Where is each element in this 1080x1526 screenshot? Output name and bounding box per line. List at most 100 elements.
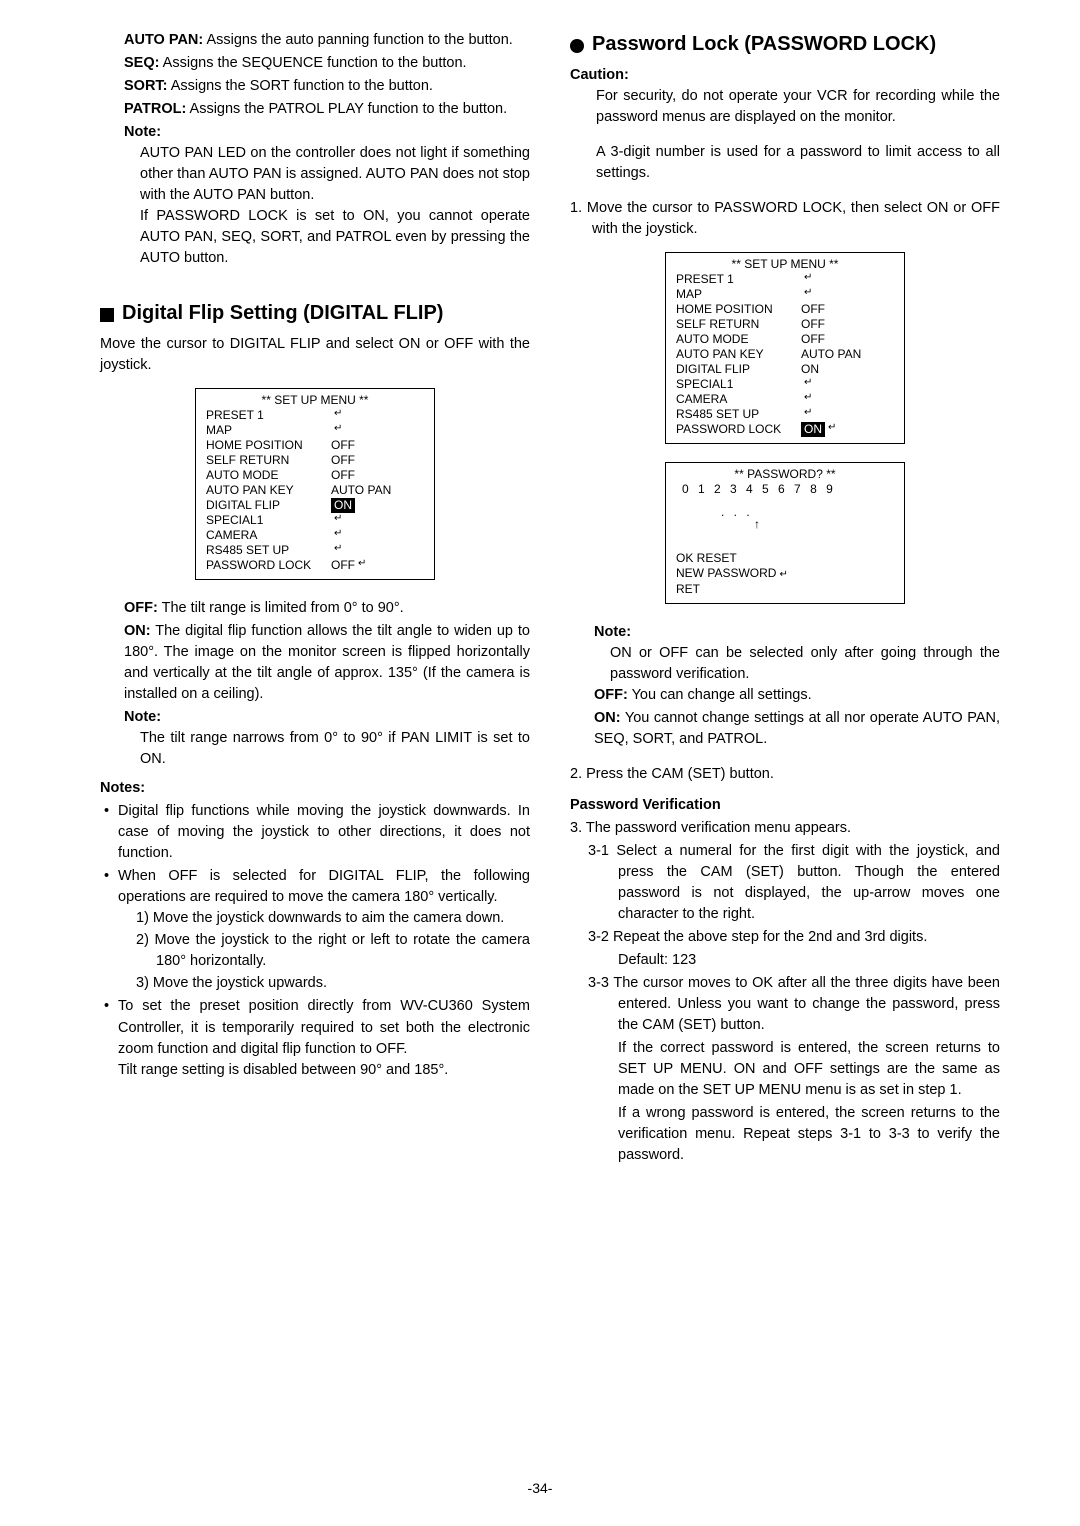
def-label: OFF: xyxy=(594,687,628,703)
arrow-icon: ↵ xyxy=(358,558,366,573)
step-3-2-default: Default: 123 xyxy=(570,950,1000,971)
def-label: OFF: xyxy=(124,600,158,616)
menu-row: SELF RETURNOFF xyxy=(206,453,424,468)
note-body-3: The tilt range narrows from 0° to 90° if… xyxy=(100,728,530,770)
arrow-icon: ↵ xyxy=(804,272,812,287)
def-label: ON: xyxy=(594,710,621,726)
menu-row: PASSWORD LOCKOFF↵ xyxy=(206,558,424,573)
on-def: ON: The digital flip function allows the… xyxy=(100,621,530,705)
arrow-icon: ↵ xyxy=(334,543,342,558)
list-item: To set the preset position directly from… xyxy=(100,996,530,1080)
list-item-continuation: Tilt range setting is disabled between 9… xyxy=(118,1060,530,1081)
note-body-2: If PASSWORD LOCK is set to ON, you canno… xyxy=(100,206,530,269)
caution-body-1: For security, do not operate your VCR fo… xyxy=(570,86,1000,128)
menu-row: CAMERA↵ xyxy=(676,392,894,407)
circle-bullet-icon xyxy=(570,39,584,53)
def-text: Assigns the PATROL PLAY function to the … xyxy=(186,101,507,117)
step-3-3: 3-3 The cursor moves to OK after all the… xyxy=(570,973,1000,1036)
arrow-icon: ↵ xyxy=(779,569,787,580)
def-sort: SORT: Assigns the SORT function to the b… xyxy=(100,76,530,97)
password-new: NEW PASSWORD↵ xyxy=(676,566,894,582)
list-item: 1) Move the joystick downwards to aim th… xyxy=(136,908,530,929)
menu-row: AUTO PAN KEYAUTO PAN xyxy=(206,483,424,498)
page-number: -34- xyxy=(0,1478,1080,1498)
note-heading: Note: xyxy=(100,707,530,728)
menu-row: AUTO MODEOFF xyxy=(676,332,894,347)
arrow-icon: ↵ xyxy=(334,408,342,423)
step-3: 3. The password verification menu appear… xyxy=(570,818,1000,839)
note-heading: Note: xyxy=(100,122,530,143)
menu-row: PASSWORD LOCKON↵ xyxy=(676,422,894,437)
section-heading-password-lock: Password Lock (PASSWORD LOCK) xyxy=(570,30,1000,59)
def-text: Assigns the auto panning function to the… xyxy=(203,32,513,48)
arrow-icon: ↵ xyxy=(828,422,836,437)
arrow-icon: ↵ xyxy=(804,407,812,422)
heading-text: Digital Flip Setting (DIGITAL FLIP) xyxy=(122,299,443,328)
def-label: PATROL: xyxy=(124,101,186,117)
arrow-icon: ↵ xyxy=(334,528,342,543)
password-digits: 0 1 2 3 4 5 6 7 8 9 xyxy=(676,482,894,497)
highlighted-value: ON xyxy=(331,498,355,513)
def-text: Assigns the SORT function to the button. xyxy=(168,78,433,94)
note-body: ON or OFF can be selected only after goi… xyxy=(570,643,1000,685)
def-patrol: PATROL: Assigns the PATROL PLAY function… xyxy=(100,99,530,120)
arrow-icon: ↵ xyxy=(804,392,812,407)
def-text: You can change all settings. xyxy=(628,687,812,703)
menu-row: SELF RETURNOFF xyxy=(676,317,894,332)
menu-row: SPECIAL1 ↵ xyxy=(676,377,894,392)
note-body-1: AUTO PAN LED on the controller does not … xyxy=(100,143,530,206)
step-3-3-body-a: If the correct password is entered, the … xyxy=(570,1038,1000,1101)
def-label: SORT: xyxy=(124,78,168,94)
menu-row: DIGITAL FLIPON xyxy=(206,498,424,513)
square-bullet-icon xyxy=(100,308,114,322)
up-arrow-icon: ↑ xyxy=(754,517,760,532)
digital-flip-intro: Move the cursor to DIGITAL FLIP and sele… xyxy=(100,334,530,376)
password-ret: RET xyxy=(676,582,894,597)
list-item: 2) Move the joystick to the right or lef… xyxy=(136,930,530,972)
password-ok-reset: OK RESET xyxy=(676,551,894,566)
caution-body-2: A 3-digit number is used for a password … xyxy=(570,142,1000,184)
def-label: ON: xyxy=(124,623,151,639)
password-menu-display: ** PASSWORD? ** 0 1 2 3 4 5 6 7 8 9 . . … xyxy=(665,462,905,604)
list-item: Digital flip functions while moving the … xyxy=(100,801,530,864)
password-entry-dots: . . . xyxy=(721,505,753,520)
menu-row: RS485 SET UP ↵ xyxy=(676,407,894,422)
menu-row: AUTO MODEOFF xyxy=(206,468,424,483)
caution-heading: Caution: xyxy=(570,65,1000,86)
menu-title: ** SET UP MENU ** xyxy=(676,257,894,272)
sub-steps: 1) Move the joystick downwards to aim th… xyxy=(118,908,530,994)
arrow-icon: ↵ xyxy=(334,423,342,438)
right-column: Password Lock (PASSWORD LOCK) Caution: F… xyxy=(570,30,1000,1168)
password-title: ** PASSWORD? ** xyxy=(676,467,894,482)
left-column: AUTO PAN: Assigns the auto panning funct… xyxy=(100,30,530,1168)
def-seq: SEQ: Assigns the SEQUENCE function to th… xyxy=(100,53,530,74)
note-heading: Note: xyxy=(570,622,1000,643)
heading-text: Password Lock (PASSWORD LOCK) xyxy=(592,30,936,59)
menu-row: MAP ↵ xyxy=(676,287,894,302)
step-2: 2. Press the CAM (SET) button. xyxy=(570,764,1000,785)
list-item: 3) Move the joystick upwards. xyxy=(136,973,530,994)
step-3-1: 3-1 Select a numeral for the first digit… xyxy=(570,841,1000,925)
def-text: You cannot change settings at all nor op… xyxy=(594,710,1000,747)
off-def: OFF: The tilt range is limited from 0° t… xyxy=(100,598,530,619)
menu-row: PRESET 1 ↵ xyxy=(206,408,424,423)
def-text: The digital flip function allows the til… xyxy=(124,623,530,702)
arrow-icon: ↵ xyxy=(804,377,812,392)
def-text: Assigns the SEQUENCE function to the but… xyxy=(159,55,466,71)
step-3-2: 3-2 Repeat the above step for the 2nd an… xyxy=(570,927,1000,948)
notes-list: Digital flip functions while moving the … xyxy=(100,801,530,1080)
off-def: OFF: You can change all settings. xyxy=(570,685,1000,706)
def-label: AUTO PAN: xyxy=(124,32,203,48)
def-auto-pan: AUTO PAN: Assigns the auto panning funct… xyxy=(100,30,530,51)
on-def: ON: You cannot change settings at all no… xyxy=(570,708,1000,750)
menu-row: SPECIAL1 ↵ xyxy=(206,513,424,528)
highlighted-value: ON xyxy=(801,422,825,437)
menu-row: MAP ↵ xyxy=(206,423,424,438)
section-heading-digital-flip: Digital Flip Setting (DIGITAL FLIP) xyxy=(100,299,530,328)
arrow-icon: ↵ xyxy=(804,287,812,302)
menu-row: DIGITAL FLIPON xyxy=(676,362,894,377)
password-verification-heading: Password Verification xyxy=(570,795,1000,816)
menu-row: CAMERA↵ xyxy=(206,528,424,543)
step-1: 1. Move the cursor to PASSWORD LOCK, the… xyxy=(570,198,1000,240)
menu-row: AUTO PAN KEYAUTO PAN xyxy=(676,347,894,362)
